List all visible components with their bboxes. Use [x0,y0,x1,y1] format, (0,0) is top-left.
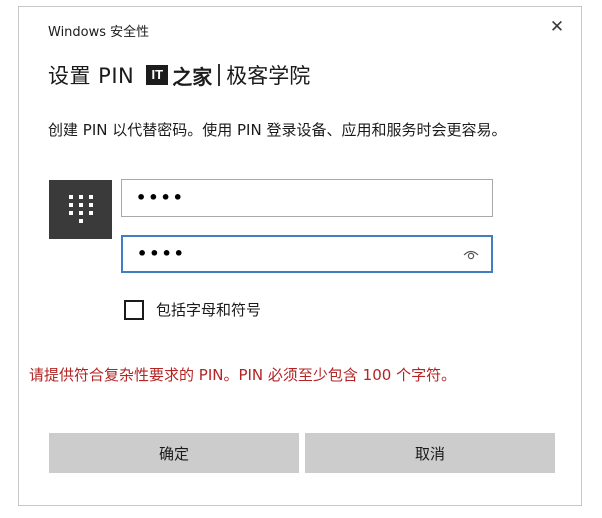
heading-row: 设置 PIN IT 之家 极客学院 [48,59,310,91]
eye-icon[interactable] [463,246,479,262]
confirm-pin-value: •••• [137,244,186,263]
watermark-divider [218,64,221,86]
watermark-glyph: 之家 [172,64,213,89]
close-button[interactable]: ✕ [547,17,567,37]
include-letters-option[interactable]: 包括字母和符号 [124,299,261,320]
confirm-pin-input[interactable]: •••• [121,235,493,273]
error-message: 请提供符合复杂性要求的 PIN。PIN 必须至少包含 100 个字符。 [29,366,457,384]
keypad-icon [49,180,112,239]
cancel-button[interactable]: 取消 [305,433,555,473]
watermark-text: 极客学院 [226,64,311,88]
include-letters-label: 包括字母和符号 [156,301,262,319]
watermark: IT 之家 极客学院 [146,60,310,90]
watermark-logo: IT [146,65,169,85]
ok-button[interactable]: 确定 [49,433,299,473]
dialog-description: 创建 PIN 以代替密码。使用 PIN 登录设备、应用和服务时会更容易。 [48,121,507,139]
include-letters-checkbox[interactable] [124,299,144,320]
new-pin-input[interactable]: •••• [121,179,493,217]
dialog-heading: 设置 PIN [48,64,135,88]
window-title: Windows 安全性 [48,25,150,40]
keypad-glyph-icon [69,195,93,223]
